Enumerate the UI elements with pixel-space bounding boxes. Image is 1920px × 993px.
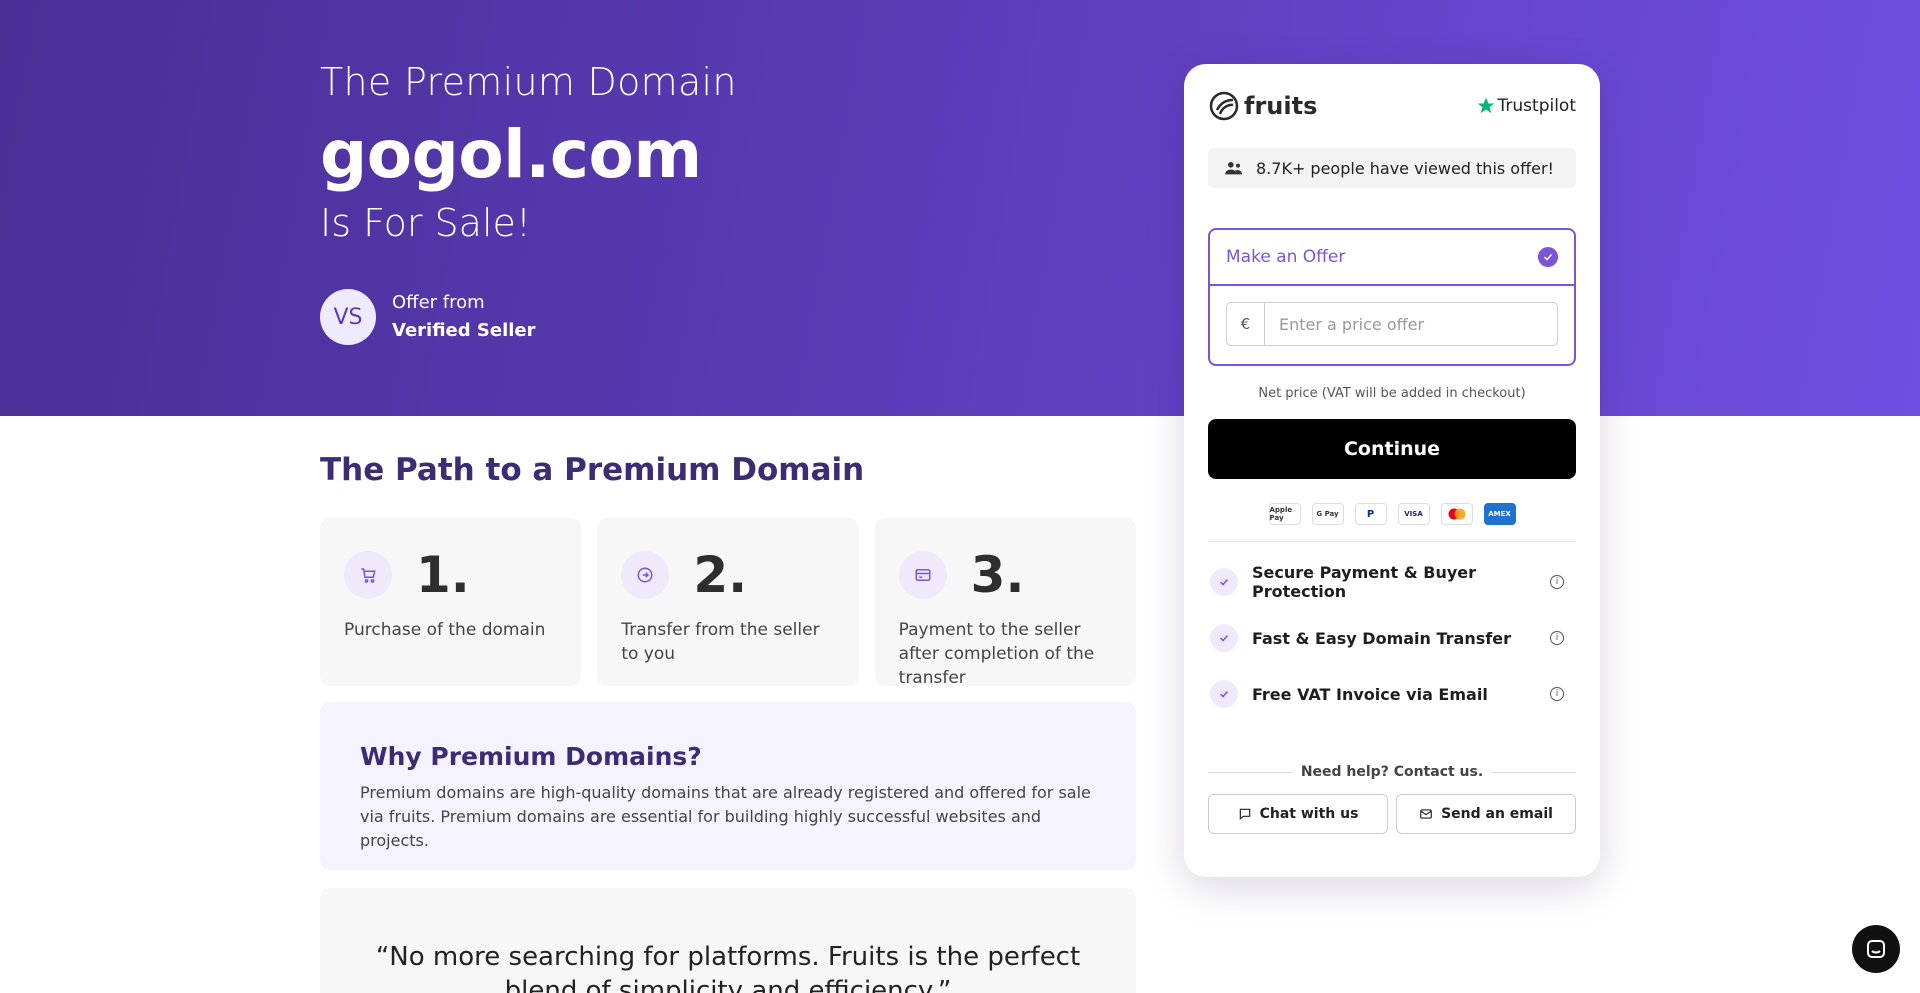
views-banner: 8.7K+ people have viewed this offer! <box>1208 148 1576 188</box>
help-label: Need help? Contact us. <box>1300 764 1484 780</box>
seller-info: VS Offer from Verified Seller <box>320 289 737 345</box>
hero-banner: The Premium Domain gogol.com Is For Sale… <box>0 0 1920 416</box>
check-icon <box>1210 568 1238 596</box>
check-icon <box>1210 680 1238 708</box>
why-premium-section: Why Premium Domains? Premium domains are… <box>320 702 1136 870</box>
main-content: The Path to a Premium Domain 1. Purchase… <box>320 452 1136 993</box>
feature-text: Fast & Easy Domain Transfer <box>1252 628 1511 648</box>
chat-icon <box>1239 808 1250 820</box>
features-list: Secure Payment & Buyer Protection i Fast… <box>1208 554 1576 722</box>
currency-symbol: € <box>1227 303 1265 345</box>
payment-methods: Apple Pay G Pay P VISA AMEX <box>1208 503 1576 525</box>
step-text: Purchase of the domain <box>344 620 546 640</box>
avatar: VS <box>320 289 376 345</box>
why-text: Premium domains are high-quality domains… <box>360 783 1091 850</box>
why-title: Why Premium Domains? <box>360 742 702 771</box>
star-icon <box>1477 97 1494 114</box>
make-offer-option[interactable]: Make an Offer € <box>1208 228 1576 366</box>
people-icon <box>1225 162 1242 175</box>
price-field: € <box>1226 302 1558 346</box>
continue-button[interactable]: Continue <box>1208 419 1576 479</box>
step-text: Payment to the seller after completion o… <box>898 620 1095 688</box>
offer-from-label: Offer from <box>392 292 485 313</box>
email-label: Send an email <box>1441 806 1553 822</box>
feature-text: Secure Payment & Buyer Protection <box>1252 563 1477 601</box>
price-offer-input[interactable] <box>1265 303 1557 345</box>
feature-text: Free VAT Invoice via Email <box>1252 684 1488 704</box>
chat-button[interactable]: Chat with us <box>1208 794 1388 834</box>
feature-item: Free VAT Invoice via Email i <box>1208 666 1576 722</box>
mail-icon <box>1420 809 1432 819</box>
fruits-logo-icon <box>1209 91 1239 121</box>
seller-name: Verified Seller <box>392 320 536 341</box>
offer-card: fruits Trustpilot 8.7K+ people have view… <box>1184 64 1600 877</box>
hero-tagline: Is For Sale! <box>320 201 532 245</box>
quote-text: “No more searching for platforms. Fruits… <box>375 942 1081 993</box>
chat-bubble-icon <box>1867 940 1885 958</box>
visa-icon: VISA <box>1397 503 1430 525</box>
google-pay-icon: G Pay <box>1311 503 1344 525</box>
info-icon[interactable]: i <box>1550 631 1564 645</box>
fruits-logo[interactable]: fruits <box>1208 90 1317 122</box>
step-card: 1. Purchase of the domain <box>320 518 582 686</box>
divider <box>1208 541 1576 542</box>
card-icon <box>898 551 947 599</box>
domain-name: gogol.com <box>320 116 702 193</box>
help-buttons: Chat with us Send an email <box>1208 794 1576 834</box>
check-icon <box>1210 624 1238 652</box>
seller-text: Offer from Verified Seller <box>392 289 536 345</box>
feature-item: Fast & Easy Domain Transfer i <box>1208 610 1576 666</box>
brand-name: fruits <box>1244 92 1318 120</box>
email-button[interactable]: Send an email <box>1396 794 1576 834</box>
info-icon[interactable]: i <box>1550 687 1564 701</box>
help-divider: Need help? Contact us. <box>1208 764 1576 780</box>
step-number: 1. <box>416 546 470 604</box>
cart-icon <box>344 551 392 599</box>
make-offer-label: Make an Offer <box>1226 247 1346 267</box>
feature-item: Secure Payment & Buyer Protection i <box>1208 554 1576 610</box>
views-text: 8.7K+ people have viewed this offer! <box>1256 158 1554 178</box>
step-number: 3. <box>970 546 1025 604</box>
check-icon <box>1538 247 1558 267</box>
chat-label: Chat with us <box>1259 806 1359 822</box>
trustpilot-label: Trustpilot <box>1497 96 1576 116</box>
step-card: 3. Payment to the seller after completio… <box>874 518 1136 688</box>
amex-icon: AMEX <box>1483 503 1516 525</box>
apple-pay-icon: Apple Pay <box>1268 503 1301 525</box>
steps-row: 1. Purchase of the domain 2. Transfer fr… <box>320 518 1136 688</box>
paypal-icon: P <box>1354 503 1387 525</box>
hero-content: The Premium Domain gogol.com Is For Sale… <box>320 60 737 345</box>
path-title: The Path to a Premium Domain <box>320 452 865 488</box>
step-number: 2. <box>693 546 748 604</box>
mastercard-icon <box>1440 503 1473 525</box>
step-card: 2. Transfer from the seller to you <box>597 518 859 686</box>
chat-widget-button[interactable] <box>1852 925 1900 973</box>
net-price-note: Net price (VAT will be added in checkout… <box>1258 386 1526 401</box>
trustpilot-badge[interactable]: Trustpilot <box>1476 96 1576 116</box>
step-text: Transfer from the seller to you <box>621 620 820 664</box>
hero-subtitle: The Premium Domain <box>320 60 737 104</box>
arrow-circle-icon <box>621 551 670 599</box>
testimonial-quote: “No more searching for platforms. Fruits… <box>320 888 1136 993</box>
info-icon[interactable]: i <box>1550 575 1564 589</box>
